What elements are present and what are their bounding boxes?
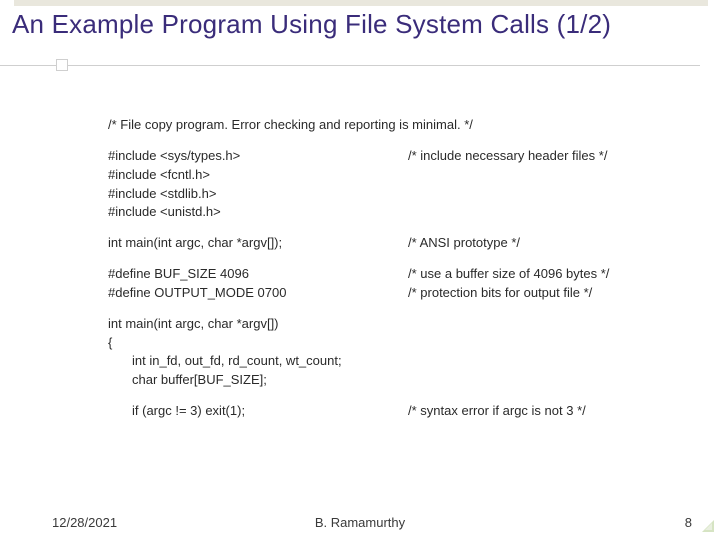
code-line: #define BUF_SIZE 4096 (108, 265, 408, 284)
code-comment: /* include necessary header files */ (408, 147, 668, 166)
footer-author: B. Ramamurthy (315, 515, 405, 530)
code-line: if (argc != 3) exit(1); (108, 402, 408, 421)
footer-page-number: 8 (685, 515, 692, 530)
code-line: { (108, 334, 408, 353)
divider-box-icon (56, 59, 68, 71)
code-comment: /* use a buffer size of 4096 bytes */ (408, 265, 668, 284)
code-line: #include <unistd.h> (108, 203, 408, 222)
title-shadow (14, 0, 708, 6)
code-line: #include <fcntl.h> (108, 166, 408, 185)
code-line: #define OUTPUT_MODE 0700 (108, 284, 408, 303)
code-line: /* File copy program. Error checking and… (108, 116, 408, 135)
divider-line (0, 65, 700, 66)
code-block: /* File copy program. Error checking and… (108, 116, 668, 421)
code-line: char buffer[BUF_SIZE]; (108, 371, 408, 390)
code-line: int main(int argc, char *argv[]) (108, 315, 408, 334)
title-area: An Example Program Using File System Cal… (0, 0, 720, 47)
footer-date: 12/28/2021 (52, 515, 117, 530)
code-line: #include <sys/types.h> (108, 147, 408, 166)
code-line: int main(int argc, char *argv[]); (108, 234, 408, 253)
code-line: #include <stdlib.h> (108, 185, 408, 204)
footer: 12/28/2021 B. Ramamurthy 8 (0, 515, 720, 530)
code-comment: /* ANSI prototype */ (408, 234, 668, 253)
code-comment: /* syntax error if argc is not 3 */ (408, 402, 668, 421)
code-comment: /* protection bits for output file */ (408, 284, 668, 303)
code-line: int in_fd, out_fd, rd_count, wt_count; (108, 352, 408, 371)
corner-fold-icon (700, 518, 714, 532)
slide-title: An Example Program Using File System Cal… (12, 8, 708, 41)
divider (0, 59, 720, 73)
